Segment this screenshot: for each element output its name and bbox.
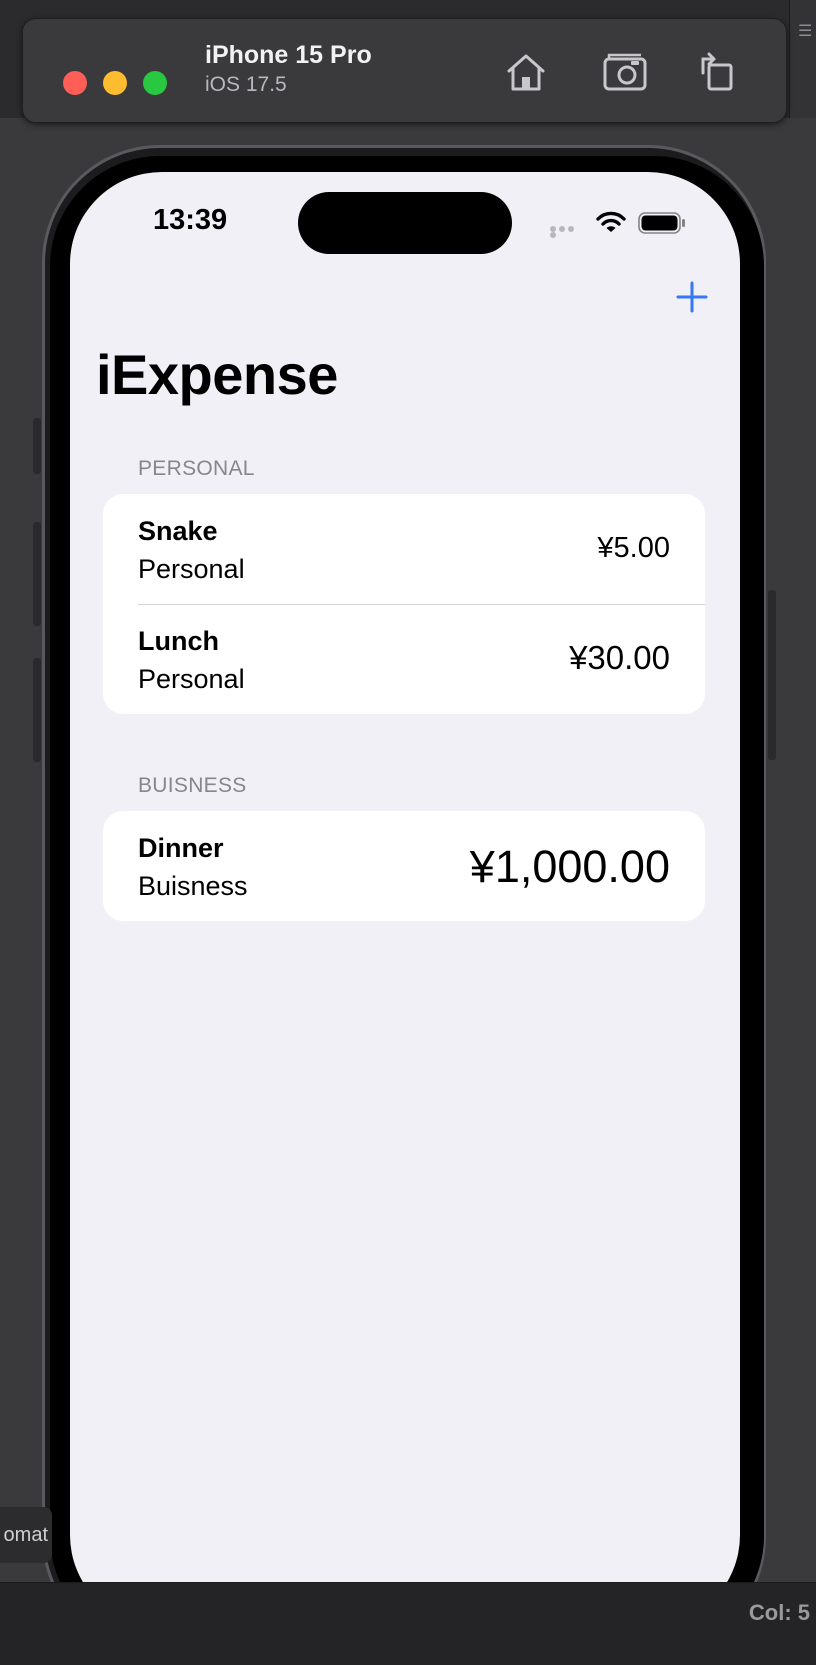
left-panel-tab-label: omat — [3, 1524, 48, 1546]
simulator-toolbar: iPhone 15 Pro iOS 17.5 — [22, 18, 787, 123]
expense-amount: ¥30.00 — [569, 639, 670, 676]
expense-row[interactable]: Dinner Buisness ¥1,000.00 — [103, 811, 705, 921]
section-business-list: Dinner Buisness ¥1,000.00 — [103, 811, 705, 921]
cellular-signal-icon — [550, 226, 584, 238]
action-button — [33, 418, 41, 474]
expense-row[interactable]: Lunch Personal ¥30.00 — [103, 604, 705, 714]
screenshot-icon[interactable] — [601, 47, 651, 97]
volume-down-button — [33, 658, 41, 762]
expense-name: Dinner — [138, 833, 224, 863]
expense-type: Personal — [138, 554, 245, 584]
wifi-icon — [596, 210, 626, 234]
expense-amount: ¥1,000.00 — [469, 841, 670, 892]
section-header-business: BUISNESS — [138, 774, 247, 797]
column-indicator: Col: 5 — [748, 1600, 810, 1625]
add-expense-button[interactable] — [675, 280, 709, 314]
volume-up-button — [33, 522, 41, 626]
iphone-screen: 13:39 iExpense PERSONAL Snake Personal ¥… — [70, 172, 740, 1627]
expense-type: Personal — [138, 664, 245, 694]
section-header-personal: PERSONAL — [138, 457, 255, 480]
device-name: iPhone 15 Pro — [205, 41, 372, 69]
zoom-window-button[interactable] — [143, 71, 167, 95]
expense-name: Lunch — [138, 626, 219, 656]
status-time: 13:39 — [153, 204, 228, 236]
battery-icon — [638, 212, 686, 234]
expense-type: Buisness — [138, 871, 248, 901]
power-button — [768, 590, 776, 760]
expense-row[interactable]: Snake Personal ¥5.00 — [103, 494, 705, 604]
editor-edge: ☰ — [789, 0, 816, 118]
home-icon[interactable] — [501, 47, 551, 97]
expense-amount: ¥5.00 — [597, 532, 670, 564]
editor-status-bar — [0, 1582, 816, 1665]
plus-icon — [676, 281, 708, 313]
page-title: iExpense — [96, 343, 338, 406]
minimize-window-button[interactable] — [103, 71, 127, 95]
menu-icon[interactable]: ☰ — [798, 22, 812, 42]
left-panel-tab[interactable]: omat — [0, 1507, 52, 1563]
expense-name: Snake — [138, 516, 218, 546]
section-personal-list: Snake Personal ¥5.00 Lunch Personal ¥30.… — [103, 494, 705, 714]
rotate-icon[interactable] — [693, 47, 743, 97]
dynamic-island — [298, 192, 512, 254]
close-window-button[interactable] — [63, 71, 87, 95]
device-os-version: iOS 17.5 — [205, 73, 287, 96]
